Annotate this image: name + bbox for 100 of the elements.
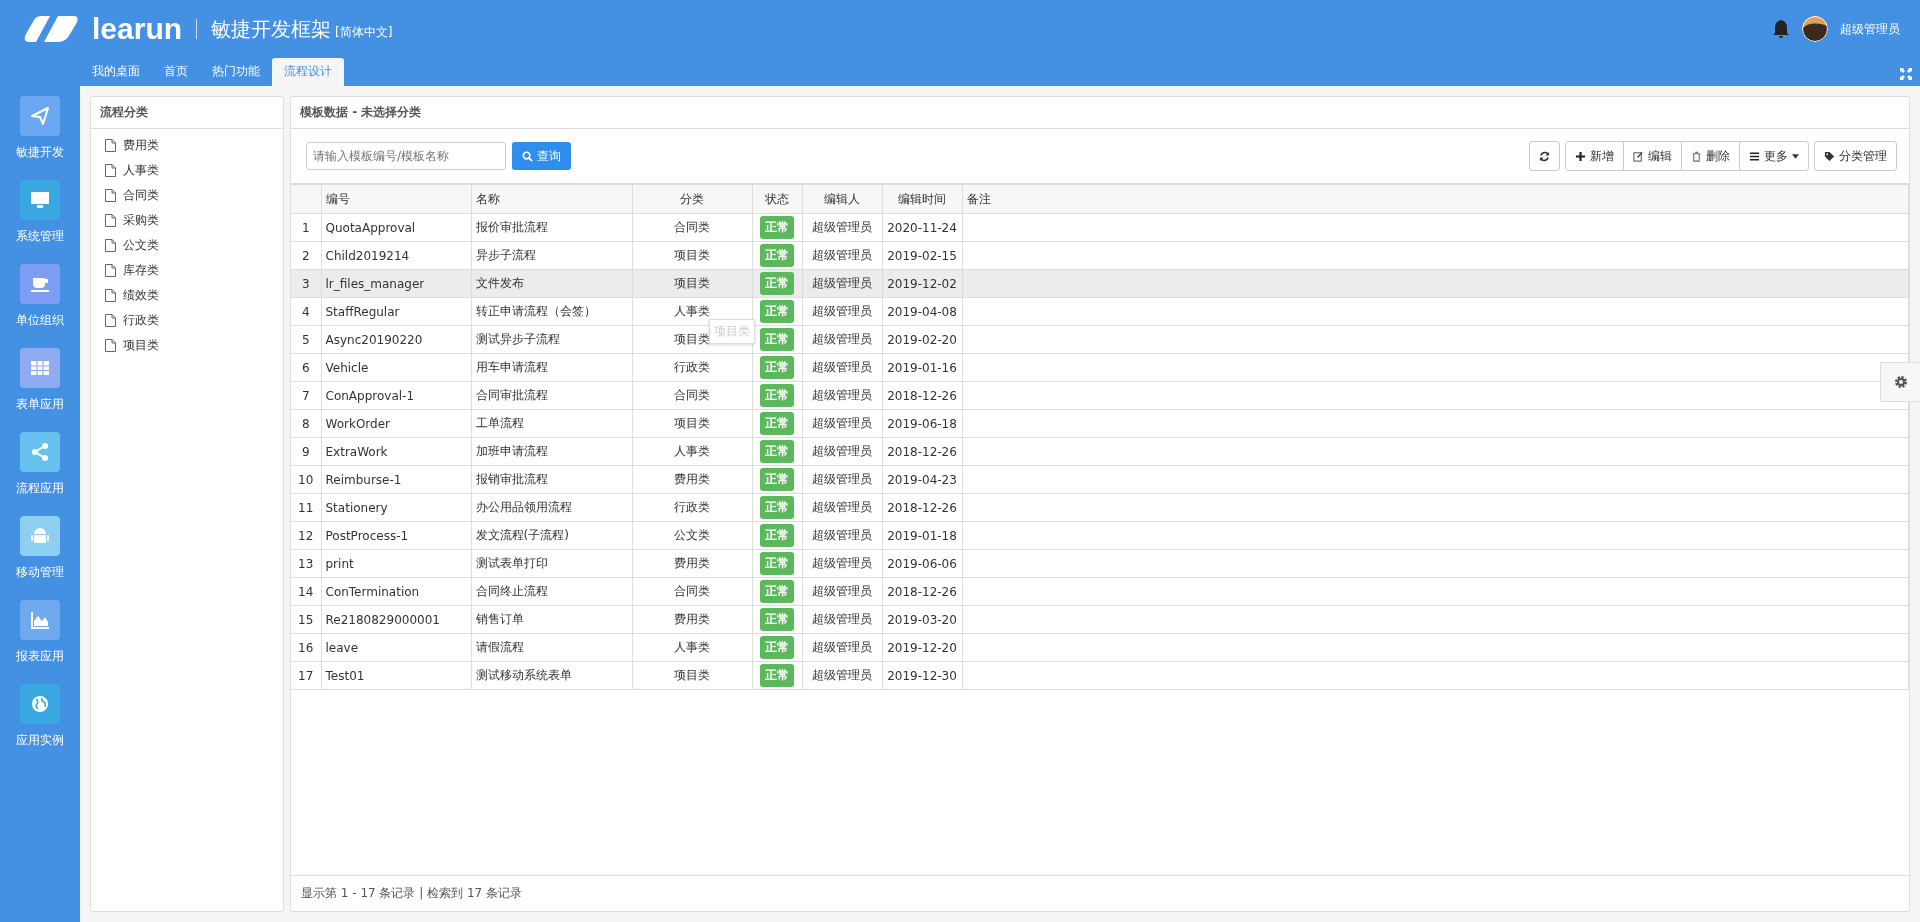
- table-cell: ConApproval-1: [321, 381, 471, 410]
- sidebar-tile[interactable]: [20, 180, 60, 220]
- table-cell: 人事类: [632, 633, 752, 662]
- table-cell: 项目类: [632, 269, 752, 298]
- search-icon: [522, 150, 533, 162]
- sidebar-tile[interactable]: [20, 348, 60, 388]
- column-header[interactable]: 名称: [471, 184, 632, 214]
- search-field[interactable]: 请输入模板编号/模板名称: [306, 142, 506, 170]
- status-badge: 正常: [760, 328, 794, 351]
- table-cell: 费用类: [632, 605, 752, 634]
- row-number: 4: [291, 297, 321, 326]
- row-number: 10: [291, 465, 321, 494]
- table-cell: 销售订单: [471, 605, 632, 634]
- sidebar-tile[interactable]: [20, 264, 60, 304]
- toolbar-button[interactable]: 更多: [1739, 141, 1809, 171]
- table-cell: Reimburse-1: [321, 465, 471, 494]
- table-cell: 测试表单打印: [471, 549, 632, 578]
- settings-button[interactable]: [1880, 362, 1920, 402]
- sidebar-tile[interactable]: [20, 600, 60, 640]
- panel-title: 模板数据 - 未选择分类: [291, 97, 1909, 129]
- table-cell: 超级管理员: [802, 269, 882, 298]
- tree-item[interactable]: 公文类: [123, 237, 159, 254]
- row-number: 2: [291, 241, 321, 270]
- table-cell: 超级管理员: [802, 409, 882, 438]
- robot-icon: [30, 526, 50, 546]
- settings-icon: [1893, 375, 1908, 389]
- trash-icon: [1691, 150, 1702, 162]
- table-cell: 2019-06-06: [882, 549, 962, 578]
- tree-item[interactable]: 项目类: [123, 337, 159, 354]
- area-chart-icon: [30, 610, 50, 630]
- refresh-button[interactable]: [1529, 141, 1560, 171]
- column-header[interactable]: 备注: [962, 184, 1909, 214]
- column-header[interactable]: 编号: [321, 184, 471, 214]
- edit-icon: [1633, 150, 1644, 162]
- tags-icon: [1824, 150, 1835, 162]
- tree-item[interactable]: 行政类: [123, 312, 159, 329]
- table-cell: 行政类: [632, 353, 752, 382]
- table-cell: Child2019214: [321, 241, 471, 270]
- sidebar-tile[interactable]: [20, 516, 60, 556]
- status-badge: 正常: [760, 580, 794, 603]
- table-cell: WorkOrder: [321, 409, 471, 438]
- toolbar-button[interactable]: 分类管理: [1814, 141, 1897, 171]
- table-cell: 超级管理员: [802, 605, 882, 634]
- table-cell: print: [321, 549, 471, 578]
- tree-item[interactable]: 费用类: [123, 137, 159, 154]
- panel-title: 流程分类: [91, 97, 283, 129]
- toolbar-button[interactable]: 新增: [1565, 141, 1624, 171]
- table-cell: 办公用品领用流程: [471, 493, 632, 522]
- status-badge: 正常: [760, 496, 794, 519]
- file-icon: [105, 339, 116, 352]
- table-cell: 费用类: [632, 549, 752, 578]
- table-cell: 2019-03-20: [882, 605, 962, 634]
- tree-item[interactable]: 人事类: [123, 162, 159, 179]
- table-cell: 合同类: [632, 213, 752, 242]
- table-cell: 超级管理员: [802, 437, 882, 466]
- toolbar-button[interactable]: 编辑: [1623, 141, 1682, 171]
- tree-item[interactable]: 绩效类: [123, 287, 159, 304]
- tree-item[interactable]: 库存类: [123, 262, 159, 279]
- sidebar-tile[interactable]: [20, 684, 60, 724]
- row-number: 15: [291, 605, 321, 634]
- status-badge: 正常: [760, 440, 794, 463]
- bell-icon: [1772, 19, 1790, 39]
- plus-icon: [1575, 150, 1586, 162]
- menu-icon: [1749, 150, 1760, 162]
- table-cell: 项目类: [632, 409, 752, 438]
- caret-icon: [1792, 153, 1799, 159]
- table-cell: 超级管理员: [802, 213, 882, 242]
- table-cell: 超级管理员: [802, 465, 882, 494]
- tree-item[interactable]: 合同类: [123, 187, 159, 204]
- sidebar-tile[interactable]: [20, 432, 60, 472]
- table-cell: QuotaApproval: [321, 213, 471, 242]
- table-cell: Stationery: [321, 493, 471, 522]
- sidebar-tile[interactable]: [20, 96, 60, 136]
- table-cell: 2019-06-18: [882, 409, 962, 438]
- status-badge: 正常: [760, 356, 794, 379]
- row-number: 16: [291, 633, 321, 662]
- table-cell: 行政类: [632, 493, 752, 522]
- column-header[interactable]: 编辑时间: [882, 184, 962, 214]
- table-cell: 合同终止流程: [471, 577, 632, 606]
- fullscreen-icon: [1900, 68, 1912, 80]
- paper-plane-icon: [30, 106, 50, 126]
- file-icon: [105, 264, 116, 277]
- logo-text: learun: [92, 12, 183, 46]
- row-number: 1: [291, 213, 321, 242]
- column-header[interactable]: 状态: [752, 184, 802, 214]
- file-icon: [105, 214, 116, 227]
- table-cell: 超级管理员: [802, 297, 882, 326]
- column-header[interactable]: 分类: [632, 184, 752, 214]
- table-cell: 人事类: [632, 437, 752, 466]
- table-cell: 2019-02-15: [882, 241, 962, 270]
- column-header[interactable]: 编辑人: [802, 184, 882, 214]
- tree-item[interactable]: 采购类: [123, 212, 159, 229]
- table-cell: 2020-11-24: [882, 213, 962, 242]
- table-cell: 超级管理员: [802, 633, 882, 662]
- table-cell: 2019-04-08: [882, 297, 962, 326]
- status-badge: 正常: [760, 468, 794, 491]
- table-cell: 2018-12-26: [882, 437, 962, 466]
- avatar: [1802, 16, 1828, 42]
- table-cell: Async20190220: [321, 325, 471, 354]
- toolbar-button[interactable]: 删除: [1681, 141, 1740, 171]
